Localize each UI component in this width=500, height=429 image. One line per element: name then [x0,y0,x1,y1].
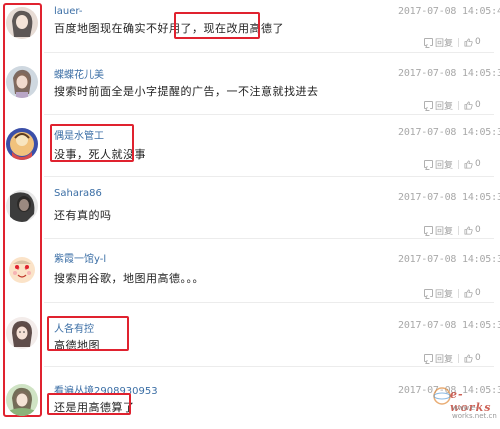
comment-actions: 回复 0 [424,36,481,49]
comment-actions: 回复 0 [424,158,481,171]
avatar[interactable] [6,384,38,416]
avatar[interactable] [6,254,38,286]
timestamp: 2017-07-08 14:05:39 [398,68,500,79]
highlight-box [47,316,129,351]
watermark-logo: e-works www.e-works.net.cn [428,380,497,424]
thumbs-up-icon [464,225,473,235]
thumbs-up-icon [464,353,473,363]
timestamp: 2017-07-08 14:05:35 [398,192,500,203]
reply-icon [424,160,433,168]
comment-text: 搜索时前面全是小字提醒的广告，一不注意就找进去 [54,85,319,98]
avatar[interactable] [6,7,38,39]
reply-button[interactable]: 回复 [424,36,453,49]
highlight-box [174,12,260,39]
like-button[interactable]: 0 [464,159,481,169]
reply-button[interactable]: 回复 [424,99,453,112]
avatar[interactable] [6,190,38,222]
comment-actions: 回复 0 [424,99,481,112]
globe-icon [433,387,451,405]
like-button[interactable]: 0 [464,225,481,235]
comment-item: 蝶蝶花儿美 搜索时前面全是小字提醒的广告，一不注意就找进去 2017-07-08… [0,58,500,120]
reply-icon [424,38,433,46]
comment-text: 搜索用谷歌，地图用高德。。。 [54,272,204,285]
username[interactable]: lauer- [54,6,82,17]
reply-button[interactable]: 回复 [424,158,453,171]
comment-item: 紫霞一馆y-l 搜索用谷歌，地图用高德。。。 2017-07-08 14:05:… [0,242,500,304]
comment-item: Sahara86 还有真的吗 2017-07-08 14:05:35 回复 0 [0,180,500,242]
reply-icon [424,226,433,234]
timestamp: 2017-07-08 14:05:37 [398,127,500,138]
reply-button[interactable]: 回复 [424,352,453,365]
avatar[interactable] [6,317,38,349]
comment-text: 还有真的吗 [54,209,112,222]
thumbs-up-icon [464,288,473,298]
thumbs-up-icon [464,37,473,47]
like-button[interactable]: 0 [464,100,481,110]
username[interactable]: Sahara86 [54,188,102,199]
reply-icon [424,354,433,362]
avatar[interactable] [6,128,38,160]
like-button[interactable]: 0 [464,353,481,363]
username[interactable]: 蝶蝶花儿美 [54,66,104,81]
username[interactable]: 紫霞一馆y-l [54,250,106,265]
highlight-box [47,393,131,415]
reply-icon [424,289,433,297]
timestamp: 2017-07-08 14:05:34 [398,320,500,331]
comment-actions: 回复 0 [424,287,481,300]
reply-button[interactable]: 回复 [424,224,453,237]
thumbs-up-icon [464,159,473,169]
timestamp: 2017-07-08 14:05:43 [398,6,500,17]
avatar[interactable] [6,66,38,98]
comment-actions: 回复 0 [424,352,481,365]
reply-button[interactable]: 回复 [424,287,453,300]
thumbs-up-icon [464,100,473,110]
comment-actions: 回复 0 [424,224,481,237]
timestamp: 2017-07-08 14:05:35 [398,254,500,265]
highlight-box [50,124,134,162]
like-button[interactable]: 0 [464,37,481,47]
like-button[interactable]: 0 [464,288,481,298]
reply-icon [424,101,433,109]
